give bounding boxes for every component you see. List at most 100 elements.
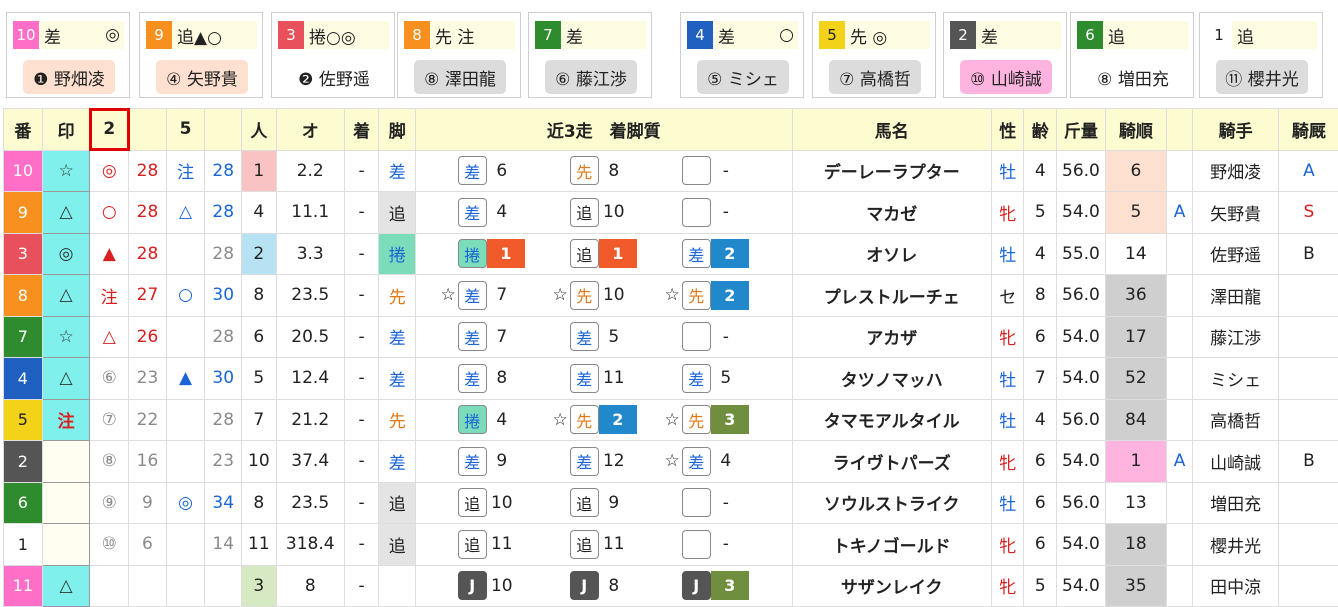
table-row[interactable]: 4△⑥23▲30512.4-差差8差11差5タツノマッハ牡754.052ミシェ	[4, 358, 1338, 400]
jockey-name[interactable]: 藤江渉	[1193, 316, 1278, 358]
horse-name[interactable]: ライヴトパーズ	[792, 441, 991, 483]
horse-name[interactable]: アカザ	[792, 316, 991, 358]
race-result[interactable]: J10	[436, 571, 548, 600]
jockey-name[interactable]: 澤田龍	[1193, 275, 1278, 317]
horse-card[interactable]: 7差⑥ 藤江渉	[528, 12, 652, 98]
race-result[interactable]: J8	[548, 571, 660, 600]
horse-name[interactable]: タマモアルタイル	[792, 399, 991, 441]
col-age[interactable]: 齢	[1024, 109, 1057, 151]
col-kin[interactable]: 斤量	[1057, 109, 1106, 151]
jockey-name[interactable]: 矢野貴	[1193, 192, 1278, 234]
col-jockey[interactable]: 騎手	[1193, 109, 1278, 151]
race-result[interactable]: 差4	[436, 198, 548, 227]
race-result[interactable]: 捲4	[436, 405, 548, 434]
horse-card[interactable]: 8先 注⑧ 澤田龍	[397, 12, 521, 98]
race-result[interactable]: 追11	[548, 530, 660, 559]
col-ban[interactable]: 番	[4, 109, 43, 151]
horse-card[interactable]: 9追▲○④ 矢野貴	[139, 12, 263, 98]
mark-cell[interactable]: ☆	[42, 316, 90, 358]
horse-name[interactable]: オソレ	[792, 233, 991, 275]
mark-cell[interactable]: △	[42, 275, 90, 317]
table-row[interactable]: 2⑧16231037.4-差差9差12☆差4ライヴトパーズ牝654.01A山崎誠…	[4, 441, 1338, 483]
race-result[interactable]: 差6	[436, 156, 548, 185]
table-row[interactable]: 3◎▲282823.3-捲捲1追1差2オソレ牡455.014佐野遥B	[4, 233, 1338, 275]
jockey-name[interactable]: 野畑凌	[1193, 150, 1278, 192]
race-result[interactable]: ☆差4	[660, 447, 772, 476]
mark-cell[interactable]: △	[42, 565, 90, 607]
race-result[interactable]: 差11	[548, 364, 660, 393]
horse-card[interactable]: 1追⑪ 櫻井光	[1199, 12, 1323, 98]
card-jockey-badge[interactable]: ⑥ 藤江渉	[545, 60, 637, 94]
table-row[interactable]: 10☆◎28注2812.2-差差6先8-デーレーラプター牡456.06野畑凌A	[4, 150, 1338, 192]
race-result[interactable]: 差12	[548, 447, 660, 476]
jockey-name[interactable]: 増田充	[1193, 482, 1278, 524]
card-jockey-badge[interactable]: ⑧ 澤田龍	[414, 60, 506, 94]
mark-cell[interactable]: 注	[42, 399, 90, 441]
race-result[interactable]: ☆差7	[436, 281, 548, 310]
race-result[interactable]: -	[660, 198, 772, 227]
race-result[interactable]: J3	[660, 571, 772, 600]
card-jockey-badge[interactable]: ⑪ 櫻井光	[1216, 60, 1308, 94]
race-result[interactable]: -	[660, 488, 772, 517]
horse-card[interactable]: 4差○⑤ ミシェ	[680, 12, 804, 98]
mark-cell[interactable]: △	[42, 192, 90, 234]
col-5[interactable]: 5	[166, 109, 205, 151]
table-row[interactable]: 8△注27○30823.5-先☆差7☆先10☆先2プレストルーチェセ856.03…	[4, 275, 1338, 317]
col-sex[interactable]: 性	[991, 109, 1024, 151]
col-chaku[interactable]: 着	[344, 109, 379, 151]
col-kikyu[interactable]: 騎厩	[1278, 109, 1338, 151]
horse-card[interactable]: 2差⑩ 山崎誠	[943, 12, 1067, 98]
col-2[interactable]: 2	[90, 109, 129, 151]
race-result[interactable]: 先8	[548, 156, 660, 185]
col-ashi[interactable]: 脚	[379, 109, 416, 151]
col-ninki[interactable]: 人	[242, 109, 277, 151]
race-result[interactable]: -	[660, 322, 772, 351]
race-result[interactable]: 差9	[436, 447, 548, 476]
horse-name[interactable]: タツノマッハ	[792, 358, 991, 400]
jockey-name[interactable]: 高橋哲	[1193, 399, 1278, 441]
table-row[interactable]: 7☆△2628620.5-差差7差5-アカザ牝654.017藤江渉	[4, 316, 1338, 358]
col-mark[interactable]: 印	[42, 109, 90, 151]
race-result[interactable]: 追1	[548, 239, 660, 268]
race-result[interactable]: 追10	[548, 198, 660, 227]
race-result[interactable]: 追11	[436, 530, 548, 559]
horse-name[interactable]: サザンレイク	[792, 565, 991, 607]
card-jockey-badge[interactable]: ④ 矢野貴	[156, 60, 248, 94]
mark-cell[interactable]: ◎	[42, 233, 90, 275]
horse-name[interactable]: マカゼ	[792, 192, 991, 234]
card-jockey-badge[interactable]: ❷ 佐野遥	[288, 60, 380, 94]
jockey-name[interactable]: 山崎誠	[1193, 441, 1278, 483]
col-odds[interactable]: オ	[276, 109, 344, 151]
mark-cell[interactable]: ☆	[42, 150, 90, 192]
race-result[interactable]: 差5	[548, 322, 660, 351]
card-jockey-badge[interactable]: ❶ 野畑凌	[23, 60, 115, 94]
race-result[interactable]: 差2	[660, 239, 772, 268]
race-result[interactable]: ☆先3	[660, 405, 772, 434]
mark-cell[interactable]	[42, 482, 90, 524]
race-result[interactable]: ☆先2	[548, 405, 660, 434]
col-kijun[interactable]: 騎順	[1105, 109, 1166, 151]
card-jockey-badge[interactable]: ⑩ 山崎誠	[960, 60, 1052, 94]
race-result[interactable]: ☆先2	[660, 281, 772, 310]
horse-card[interactable]: 6追⑧ 増田充	[1070, 12, 1194, 98]
race-result[interactable]: 差8	[436, 364, 548, 393]
col-name[interactable]: 馬名	[792, 109, 991, 151]
race-result[interactable]: -	[660, 156, 772, 185]
table-row[interactable]: 11△38-J10J8J3サザンレイク牝554.035田中涼	[4, 565, 1338, 607]
card-jockey-badge[interactable]: ⑧ 増田充	[1087, 60, 1179, 94]
race-result[interactable]: 追9	[548, 488, 660, 517]
mark-cell[interactable]: △	[42, 358, 90, 400]
race-result[interactable]: 差5	[660, 364, 772, 393]
card-jockey-badge[interactable]: ⑤ ミシェ	[697, 60, 789, 94]
race-result[interactable]: 追10	[436, 488, 548, 517]
table-row[interactable]: 9△○28△28411.1-追差4追10-マカゼ牝554.05A矢野貴S	[4, 192, 1338, 234]
race-result[interactable]: 差7	[436, 322, 548, 351]
mark-cell[interactable]	[42, 524, 90, 566]
horse-card[interactable]: 5先 ◎⑦ 高橋哲	[812, 12, 936, 98]
horse-name[interactable]: デーレーラプター	[792, 150, 991, 192]
race-result[interactable]: -	[660, 530, 772, 559]
mark-cell[interactable]	[42, 441, 90, 483]
jockey-name[interactable]: 佐野遥	[1193, 233, 1278, 275]
table-row[interactable]: 6⑨9◎34823.5-追追10追9-ソウルストライク牡656.013増田充	[4, 482, 1338, 524]
race-result[interactable]: ☆先10	[548, 281, 660, 310]
